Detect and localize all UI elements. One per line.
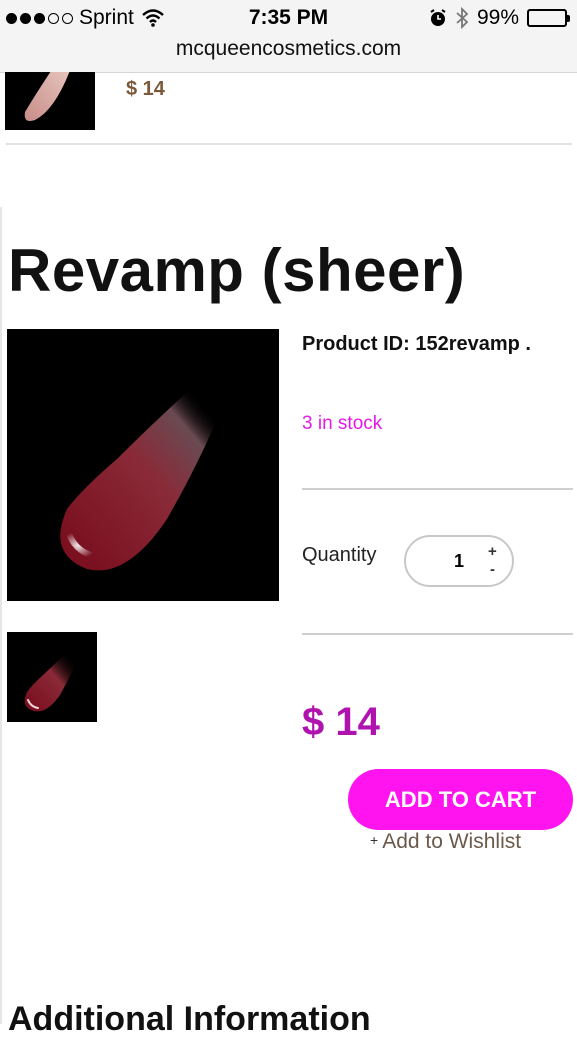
alarm-icon xyxy=(429,9,447,27)
product-thumbnail[interactable] xyxy=(7,632,97,722)
divider xyxy=(6,143,572,145)
plus-icon: + xyxy=(370,832,379,848)
wishlist-label: Add to Wishlist xyxy=(382,830,522,853)
battery-icon xyxy=(527,9,570,27)
address-bar-url[interactable]: mcqueencosmetics.com xyxy=(0,37,577,61)
quantity-stepper[interactable]: 1 + - xyxy=(404,535,514,587)
additional-information-heading: Additional Information xyxy=(8,1000,371,1038)
status-right: 99% xyxy=(429,6,570,30)
battery-percent: 99% xyxy=(476,6,519,29)
divider xyxy=(302,633,573,635)
divider xyxy=(302,488,573,490)
add-to-cart-button[interactable]: ADD TO CART xyxy=(348,769,573,830)
product-price: $ 14 xyxy=(302,700,380,744)
previous-item-thumbnail[interactable] xyxy=(5,72,95,130)
status-bar: Sprint 7:35 PM 99% mcqueencosmetics.com xyxy=(0,0,577,73)
content-border xyxy=(0,207,2,1024)
product-main-image[interactable] xyxy=(7,329,279,601)
increment-button[interactable]: + xyxy=(488,543,497,560)
previous-item-price: $ 14 xyxy=(126,78,165,100)
bluetooth-icon xyxy=(455,6,469,30)
stock-status: 3 in stock xyxy=(302,413,383,434)
product-id: Product ID: 152revamp . xyxy=(302,333,531,355)
add-to-wishlist-link[interactable]: + Add to Wishlist xyxy=(370,830,521,854)
product-title: Revamp (sheer) xyxy=(8,237,466,304)
quantity-label: Quantity xyxy=(302,544,377,566)
quantity-value[interactable]: 1 xyxy=(454,551,464,572)
decrement-button[interactable]: - xyxy=(490,561,495,578)
